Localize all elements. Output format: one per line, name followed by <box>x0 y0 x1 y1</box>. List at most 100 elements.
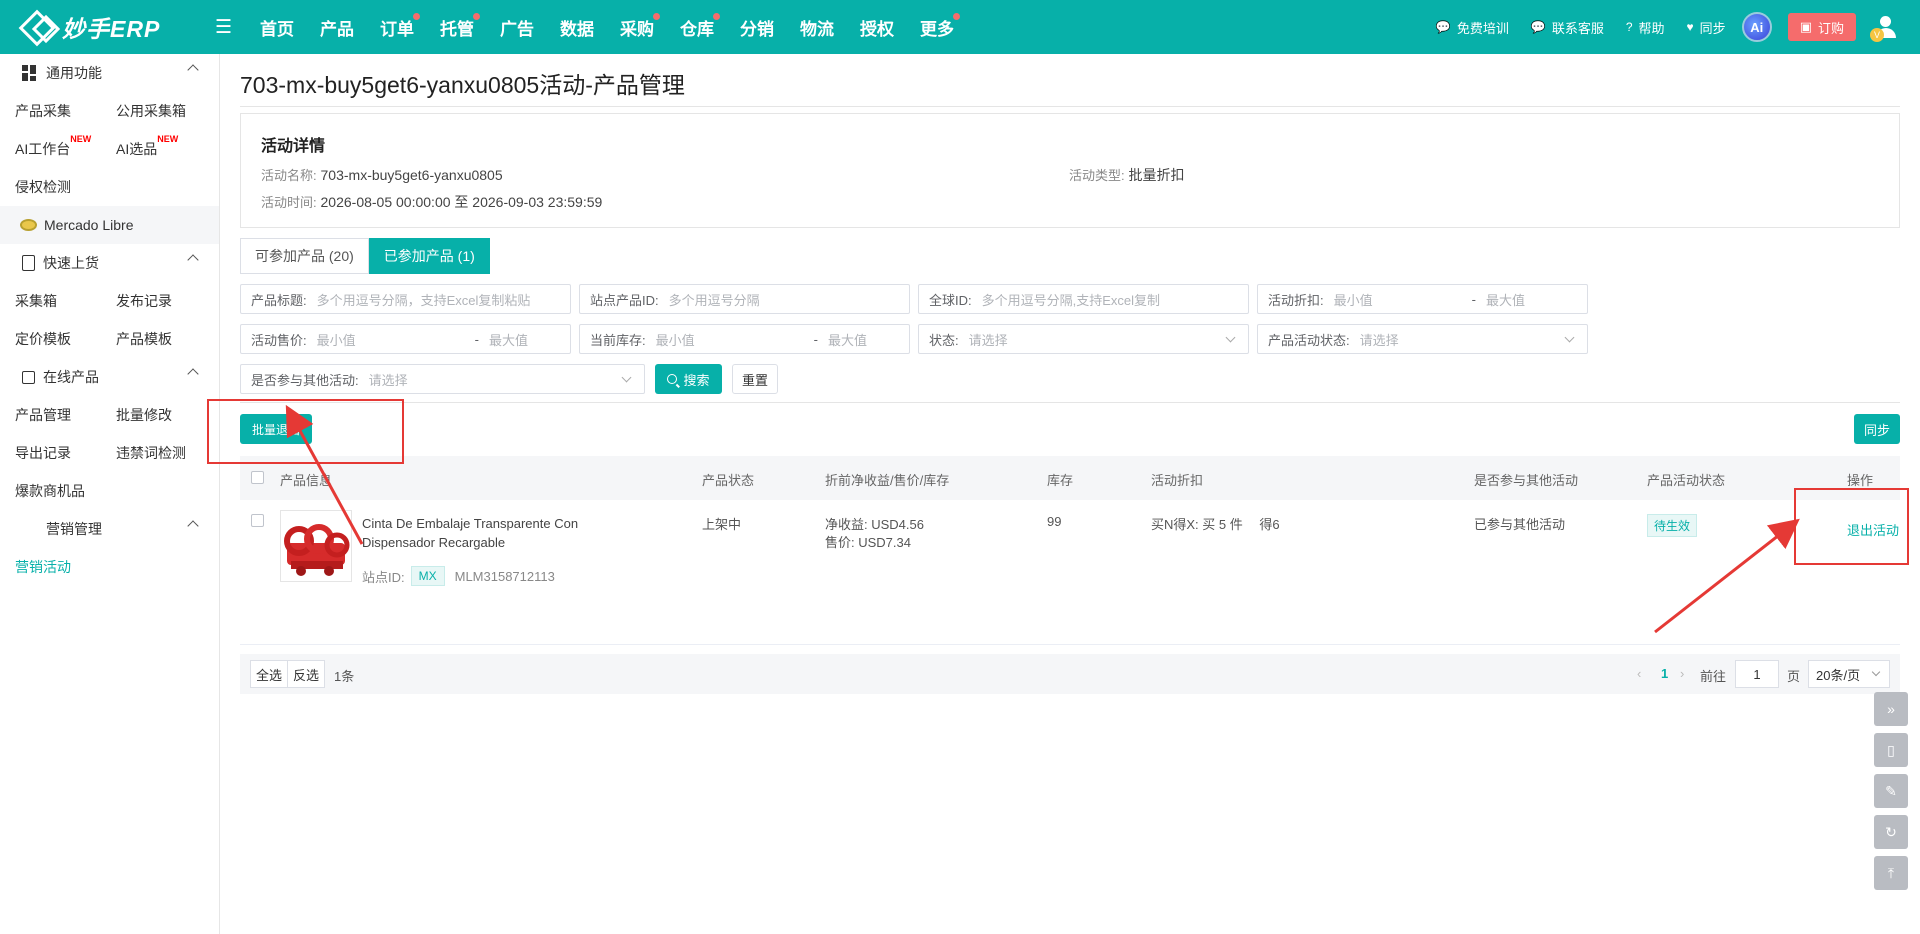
sidebar-item-hot-products[interactable]: 爆款商机品 <box>15 481 116 501</box>
nav-more[interactable]: 更多 <box>920 12 960 40</box>
nav-hosting[interactable]: 托管 <box>440 12 480 40</box>
sidebar-item-marketing-activity[interactable]: 营销活动 <box>15 557 116 577</box>
sidebar-item-infringement-check[interactable]: 侵权检测 <box>15 177 116 197</box>
filter-product-title[interactable]: 产品标题: 多个用逗号分隔，支持Excel复制粘贴 <box>240 284 571 314</box>
sidebar-item-ai-workbench[interactable]: AI工作台 NEW <box>15 134 116 159</box>
nav-product[interactable]: 产品 <box>320 15 354 40</box>
stock-min-input[interactable]: 最小值 <box>656 330 804 349</box>
grid-icon <box>22 65 38 81</box>
nav-warehouse[interactable]: 仓库 <box>680 12 720 40</box>
nav-logistics[interactable]: 物流 <box>800 15 834 40</box>
feedback-icon[interactable]: ✎ <box>1874 774 1908 808</box>
search-button[interactable]: 搜索 <box>655 364 722 394</box>
filter-status-select[interactable]: 状态: 请选择 <box>918 324 1249 354</box>
notification-dot <box>953 12 960 20</box>
collapse-icon[interactable]: » <box>1874 692 1908 726</box>
product-title-input[interactable]: 多个用逗号分隔，支持Excel复制粘贴 <box>317 290 531 309</box>
sidebar-item-banned-words-check[interactable]: 违禁词检测 <box>116 443 217 463</box>
refresh-icon[interactable]: ↻ <box>1874 815 1908 849</box>
discount-max-input[interactable]: 最大值 <box>1486 290 1525 309</box>
notification-dot <box>713 12 720 20</box>
tab-joined-products[interactable]: 已参加产品 (1) <box>368 238 490 274</box>
sidebar-section-quick-listing[interactable]: 快速上货 <box>0 244 219 282</box>
sidebar-item-export-records[interactable]: 导出记录 <box>15 443 116 463</box>
free-training-link[interactable]: 💬 免费培训 <box>1436 18 1509 37</box>
activity-type-label: 活动类型: <box>1069 168 1125 183</box>
reset-button[interactable]: 重置 <box>732 364 778 394</box>
site-tag: MX <box>410 566 445 586</box>
activity-time-label: 活动时间: <box>261 195 317 210</box>
ai-assistant-button[interactable]: Ai <box>1741 12 1772 42</box>
filter-activity-status-select[interactable]: 产品活动状态: 请选择 <box>1257 324 1588 354</box>
exit-activity-link[interactable]: 退出活动 <box>1847 520 1899 539</box>
column-net-price-stock: 折前净收益/售价/库存 <box>825 473 950 488</box>
product-title-link[interactable]: Cinta De Embalaje Transparente Con Dispe… <box>362 514 612 552</box>
sidebar-item-pricing-template[interactable]: 定价模板 <box>15 329 116 349</box>
batch-exit-button[interactable]: 批量退出 <box>240 414 312 444</box>
total-count: 1条 <box>334 669 355 684</box>
stock-max-input[interactable]: 最大值 <box>828 330 867 349</box>
price-max-input[interactable]: 最大值 <box>489 330 528 349</box>
sidebar-section-marketing[interactable]: 营销管理 <box>0 510 219 548</box>
nav-distribution[interactable]: 分销 <box>740 15 774 40</box>
menu-toggle-icon[interactable]: ☰ <box>215 16 233 39</box>
price-min-input[interactable]: 最小值 <box>317 330 465 349</box>
nav-data[interactable]: 数据 <box>560 15 594 40</box>
platform-switch-mercado-libre[interactable]: Mercado Libre <box>0 206 219 244</box>
column-activity-status: 产品活动状态 <box>1647 473 1726 488</box>
sidebar-item-collect-box[interactable]: 采集箱 <box>15 291 116 311</box>
filter-activity-discount[interactable]: 活动折扣: 最小值 - 最大值 <box>1257 284 1588 314</box>
activity-name-label: 活动名称: <box>261 168 317 183</box>
sale-price: 售价: USD7.34 <box>825 535 911 550</box>
back-to-top-icon[interactable]: ⤒ <box>1874 856 1908 890</box>
global-id-input[interactable]: 多个用逗号分隔,支持Excel复制 <box>982 290 1160 309</box>
site-info: 站点ID: MX MLM3158712113 <box>362 566 555 586</box>
mercado-libre-icon <box>20 219 37 231</box>
discount-min-input[interactable]: 最小值 <box>1334 290 1462 309</box>
product-thumbnail[interactable] <box>280 510 352 582</box>
filter-activity-price[interactable]: 活动售价: 最小值 - 最大值 <box>240 324 571 354</box>
filter-global-id[interactable]: 全球ID: 多个用逗号分隔,支持Excel复制 <box>918 284 1249 314</box>
sidebar-item-ai-selection[interactable]: AI选品 NEW <box>116 134 217 159</box>
user-avatar-icon[interactable]: V <box>1870 14 1898 42</box>
product-tabs: 可参加产品 (20) 已参加产品 (1) <box>240 238 490 274</box>
tab-available-products[interactable]: 可参加产品 (20) <box>240 238 369 274</box>
nav-order[interactable]: 订单 <box>380 12 420 40</box>
prev-page-icon[interactable]: ‹ <box>1637 666 1641 681</box>
next-page-icon[interactable]: › <box>1680 666 1684 681</box>
sidebar-item-product-management[interactable]: 产品管理 <box>15 405 116 425</box>
sidebar-item-public-collect-box[interactable]: 公用采集箱 <box>116 101 217 121</box>
sidebar-item-batch-edit[interactable]: 批量修改 <box>116 405 217 425</box>
filter-site-product-id[interactable]: 站点产品ID: 多个用逗号分隔 <box>579 284 910 314</box>
sidebar-item-publish-records[interactable]: 发布记录 <box>116 291 217 311</box>
page-number[interactable]: 1 <box>1661 666 1668 681</box>
nav-purchase[interactable]: 采购 <box>620 12 660 40</box>
app-logo[interactable]: 妙手ERP <box>20 10 170 44</box>
page-size-select[interactable]: 20条/页 <box>1808 660 1890 688</box>
site-product-id-input[interactable]: 多个用逗号分隔 <box>669 290 760 309</box>
help-link[interactable]: ? 帮助 <box>1626 18 1665 37</box>
activity-detail-card: 活动详情 活动名称: 703-mx-buy5get6-yanxu0805 活动类… <box>240 113 1900 228</box>
mobile-icon[interactable]: ▯ <box>1874 733 1908 767</box>
sidebar-section-online-products[interactable]: 在线产品 <box>0 358 219 396</box>
nav-authorization[interactable]: 授权 <box>860 15 894 40</box>
sidebar-section-general[interactable]: 通用功能 <box>0 54 219 92</box>
sync-link[interactable]: ♥ 同步 <box>1687 18 1726 37</box>
sidebar-item-product-template[interactable]: 产品模板 <box>116 329 217 349</box>
row-checkbox[interactable] <box>251 514 264 527</box>
table-header: 产品信息 产品状态 折前净收益/售价/库存 库存 活动折扣 是否参与其他活动 产… <box>240 456 1900 500</box>
select-all-checkbox[interactable] <box>251 471 264 484</box>
select-all-button[interactable]: 全选 <box>250 660 288 688</box>
sync-button[interactable]: 同步 <box>1854 414 1900 444</box>
invert-selection-button[interactable]: 反选 <box>287 660 325 688</box>
contact-support-link[interactable]: 💬 联系客服 <box>1531 18 1604 37</box>
column-actions: 操作 <box>1847 473 1874 488</box>
filter-other-activity-select[interactable]: 是否参与其他活动: 请选择 <box>240 364 645 394</box>
new-badge: NEW <box>157 134 179 144</box>
nav-home[interactable]: 首页 <box>260 15 294 40</box>
order-button[interactable]: ▣ 订购 <box>1787 13 1856 41</box>
goto-page-input[interactable]: 1 <box>1735 660 1779 688</box>
sidebar-item-product-collect[interactable]: 产品采集 <box>15 101 116 121</box>
filter-current-stock[interactable]: 当前库存: 最小值 - 最大值 <box>579 324 910 354</box>
nav-ads[interactable]: 广告 <box>500 15 534 40</box>
